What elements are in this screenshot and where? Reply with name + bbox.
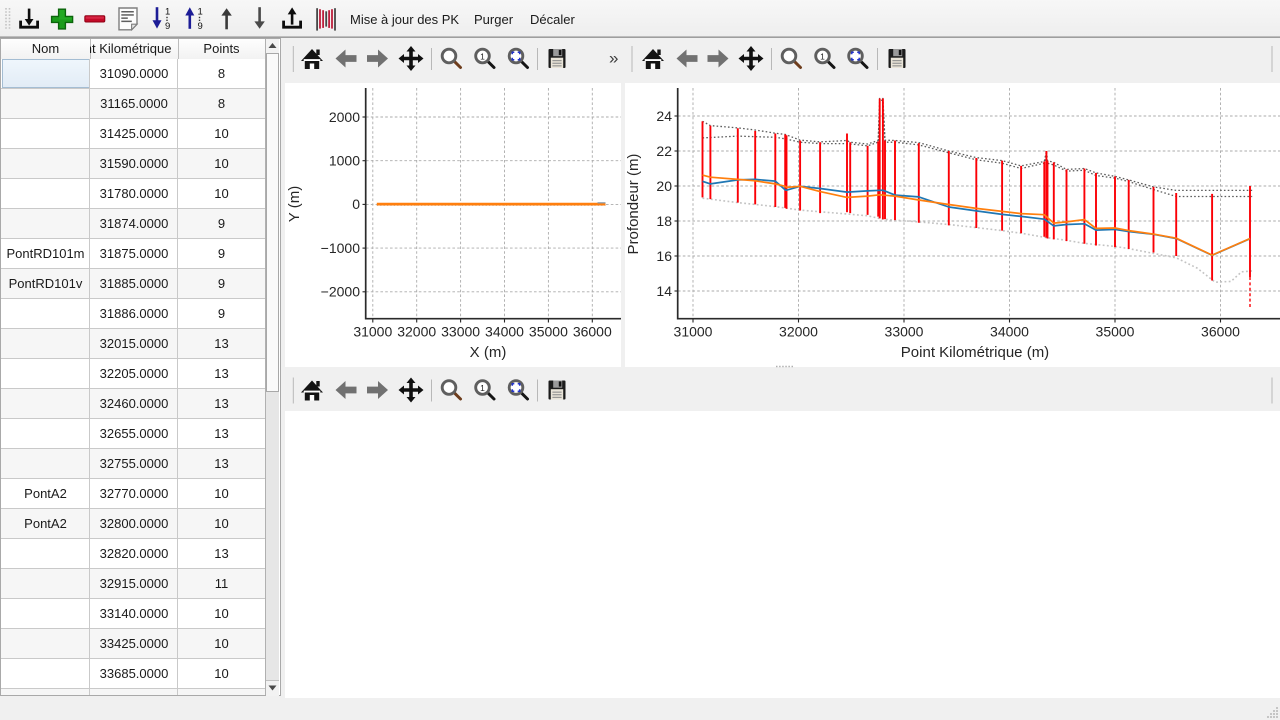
svg-text:1: 1 bbox=[480, 383, 485, 393]
svg-text:1: 1 bbox=[820, 51, 825, 61]
svg-text:1: 1 bbox=[480, 51, 485, 61]
svg-text:»: » bbox=[609, 49, 618, 68]
